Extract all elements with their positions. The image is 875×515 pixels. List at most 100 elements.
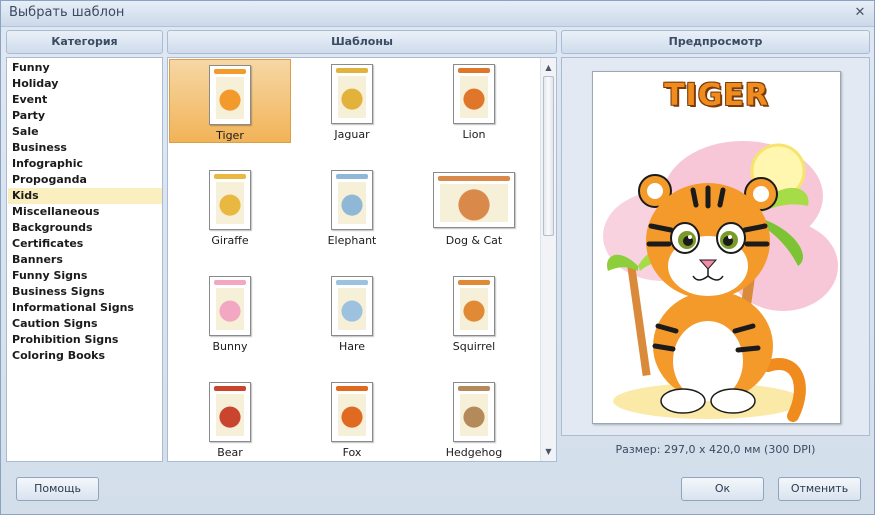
ok-button[interactable]: Ок: [681, 477, 764, 501]
thumbnail-title-bar: [336, 386, 368, 391]
hedgehog-thumbnail-icon: [453, 382, 495, 442]
category-item[interactable]: Infographic: [8, 156, 162, 172]
template-item[interactable]: Tiger: [169, 59, 291, 143]
thumbnail-art: [216, 288, 244, 330]
template-label: Hedgehog: [445, 446, 503, 459]
squirrel-thumbnail-icon: [453, 276, 495, 336]
category-item[interactable]: Sale: [8, 124, 162, 140]
templates-header: Шаблоны: [167, 30, 557, 54]
scroll-down-icon[interactable]: ▼: [541, 444, 556, 459]
category-item[interactable]: Kids: [8, 188, 162, 204]
template-label: Dog & Cat: [445, 234, 503, 247]
preview-size-text: Размер: 297,0 x 420,0 мм (300 DPI): [615, 443, 816, 456]
template-item[interactable]: Hedgehog: [413, 377, 535, 461]
category-item[interactable]: Backgrounds: [8, 220, 162, 236]
thumbnail-title-bar: [214, 386, 246, 391]
preview-panel: TIGER: [561, 57, 870, 436]
template-label: Squirrel: [452, 340, 496, 353]
template-label: Tiger: [216, 129, 244, 142]
thumbnail-art: [216, 77, 244, 119]
thumbnail-title-bar: [336, 280, 368, 285]
dog-and-cat-thumbnail-icon: [433, 172, 515, 228]
preview-title: TIGER: [664, 78, 769, 113]
thumbnail-title-bar: [336, 174, 368, 179]
thumbnail-art: [338, 76, 366, 118]
thumbnail-art: [460, 76, 488, 118]
category-list: Funny Holiday Event Party Sale Business Infogr…: [6, 57, 163, 462]
category-item[interactable]: Certificates: [8, 236, 162, 252]
category-item[interactable]: Business: [8, 140, 162, 156]
template-item[interactable]: Dog & Cat: [413, 165, 535, 249]
thumbnail-title-bar: [214, 280, 246, 285]
thumbnail-art: [460, 394, 488, 436]
title-bar: Выбрать шаблон ✕: [1, 1, 874, 27]
category-item[interactable]: Funny: [8, 60, 162, 76]
thumbnail-art: [460, 288, 488, 330]
category-item[interactable]: Event: [8, 92, 162, 108]
thumbnail-art: [338, 288, 366, 330]
scrollbar-thumb[interactable]: [543, 76, 554, 236]
hare-thumbnail-icon: [331, 276, 373, 336]
template-label: Fox: [342, 446, 362, 459]
template-label: Lion: [462, 128, 486, 141]
category-item[interactable]: Holiday: [8, 76, 162, 92]
cancel-button[interactable]: Отменить: [778, 477, 861, 501]
fox-thumbnail-icon: [331, 382, 373, 442]
template-label: Bunny: [212, 340, 248, 353]
category-item[interactable]: Business Signs: [8, 284, 162, 300]
category-header: Категория: [6, 30, 163, 54]
templates-grid: Tiger Jaguar Lion Giraffe Elephant Dog & Cat B…: [167, 57, 557, 462]
thumbnail-title-bar: [458, 386, 490, 391]
category-item[interactable]: Coloring Books: [8, 348, 162, 364]
category-item[interactable]: Banners: [8, 252, 162, 268]
thumbnail-title-bar: [214, 69, 246, 74]
thumbnail-title-bar: [458, 68, 490, 73]
tiger-thumbnail-icon: [209, 65, 251, 125]
template-item[interactable]: Hare: [291, 271, 413, 355]
template-item[interactable]: Jaguar: [291, 59, 413, 143]
template-dialog: Выбрать шаблон ✕ Категория Шаблоны Предп…: [0, 0, 875, 515]
template-item[interactable]: Bunny: [169, 271, 291, 355]
thumbnail-art: [216, 182, 244, 224]
template-label: Giraffe: [211, 234, 249, 247]
category-item[interactable]: Party: [8, 108, 162, 124]
template-label: Bear: [217, 446, 243, 459]
template-label: Hare: [338, 340, 366, 353]
category-item[interactable]: Miscellaneous: [8, 204, 162, 220]
templates-scrollbar[interactable]: ▲ ▼: [540, 58, 556, 461]
close-icon[interactable]: ✕: [852, 5, 868, 21]
thumbnail-art: [216, 394, 244, 436]
template-item[interactable]: Squirrel: [413, 271, 535, 355]
scroll-up-icon[interactable]: ▲: [541, 60, 556, 75]
category-item[interactable]: Propoganda: [8, 172, 162, 188]
help-button[interactable]: Помощь: [16, 477, 99, 501]
template-item[interactable]: Fox: [291, 377, 413, 461]
thumbnail-title-bar: [336, 68, 368, 73]
template-label: Elephant: [327, 234, 377, 247]
elephant-thumbnail-icon: [331, 170, 373, 230]
thumbnail-art: [338, 394, 366, 436]
tiger-illustration: [603, 141, 838, 422]
template-item[interactable]: Bear: [169, 377, 291, 461]
preview-header: Предпросмотр: [561, 30, 870, 54]
bear-thumbnail-icon: [209, 382, 251, 442]
thumbnail-title-bar: [438, 176, 510, 181]
lion-thumbnail-icon: [453, 64, 495, 124]
giraffe-thumbnail-icon: [209, 170, 251, 230]
template-item[interactable]: Giraffe: [169, 165, 291, 249]
category-item[interactable]: Caution Signs: [8, 316, 162, 332]
thumbnail-title-bar: [214, 174, 246, 179]
category-item[interactable]: Prohibition Signs: [8, 332, 162, 348]
jaguar-thumbnail-icon: [331, 64, 373, 124]
thumbnail-art: [338, 182, 366, 224]
preview-page: TIGER: [592, 71, 841, 424]
thumbnail-art: [440, 184, 508, 222]
thumbnail-title-bar: [458, 280, 490, 285]
window-title: Выбрать шаблон: [9, 5, 125, 20]
template-label: Jaguar: [334, 128, 370, 141]
category-item[interactable]: Funny Signs: [8, 268, 162, 284]
template-item[interactable]: Lion: [413, 59, 535, 143]
template-item[interactable]: Elephant: [291, 165, 413, 249]
bunny-thumbnail-icon: [209, 276, 251, 336]
category-item[interactable]: Informational Signs: [8, 300, 162, 316]
